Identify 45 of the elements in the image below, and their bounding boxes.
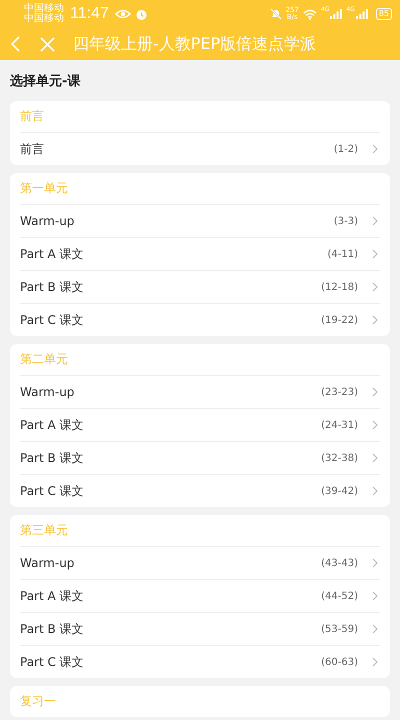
lesson-item[interactable]: Part C 课文 (60-63) xyxy=(20,645,380,678)
chevron-right-icon xyxy=(372,657,378,667)
chevron-right-icon xyxy=(372,387,378,397)
lesson-item[interactable]: Part A 课文 (24-31) xyxy=(20,408,380,441)
carrier-name: 中国移动 xyxy=(24,14,64,24)
chevron-right-icon xyxy=(372,591,378,601)
lesson-item[interactable]: Part C 课文 (19-22) xyxy=(20,303,380,336)
unit-title: 第二单元 xyxy=(20,351,69,368)
carrier-name: 中国移动 xyxy=(24,4,64,14)
battery-level: 85 xyxy=(376,8,392,20)
unit-title: 第一单元 xyxy=(20,180,69,197)
lesson-item[interactable]: Warm-up (43-43) xyxy=(20,546,380,579)
lesson-item[interactable]: Part A 课文 (44-52) xyxy=(20,579,380,612)
unit-title: 前言 xyxy=(20,108,45,125)
signal-icon xyxy=(356,9,368,19)
muted-bell-icon xyxy=(270,8,282,20)
page-header-title: 四年级上册-人教PEP版倍速点学派 xyxy=(73,34,316,54)
back-icon[interactable] xyxy=(10,36,22,52)
chevron-right-icon xyxy=(372,486,378,496)
chevron-right-icon xyxy=(372,420,378,430)
lesson-item[interactable]: Part C 课文 (39-42) xyxy=(20,474,380,507)
lesson-item[interactable]: 前言 (1-2) xyxy=(20,132,380,165)
alarm-clock-icon xyxy=(134,8,148,20)
lesson-item[interactable]: Part B 课文 (32-38) xyxy=(20,441,380,474)
chevron-right-icon xyxy=(372,144,378,154)
signal-icon xyxy=(330,9,342,19)
lesson-item[interactable]: Part B 课文 (53-59) xyxy=(20,612,380,645)
lesson-item[interactable]: Part A 课文 (4-11) xyxy=(20,237,380,270)
chevron-right-icon xyxy=(372,624,378,634)
unit-title: 第三单元 xyxy=(20,522,69,539)
section-heading: 选择单元-课 xyxy=(10,73,82,91)
eye-icon xyxy=(114,9,131,19)
clock-time: 11:47 xyxy=(70,5,109,23)
chevron-right-icon xyxy=(372,249,378,259)
chevron-right-icon xyxy=(372,216,378,226)
wifi-icon xyxy=(302,8,317,20)
chevron-right-icon xyxy=(372,558,378,568)
unit-title: 复习一 xyxy=(20,693,57,710)
chevron-right-icon xyxy=(372,315,378,325)
chevron-right-icon xyxy=(372,282,378,292)
lesson-item[interactable]: Warm-up (23-23) xyxy=(20,375,380,408)
chevron-right-icon xyxy=(372,453,378,463)
close-icon[interactable] xyxy=(40,36,55,52)
lesson-item[interactable]: Part B 课文 (12-18) xyxy=(20,270,380,303)
lesson-item[interactable]: Warm-up (3-3) xyxy=(20,204,380,237)
